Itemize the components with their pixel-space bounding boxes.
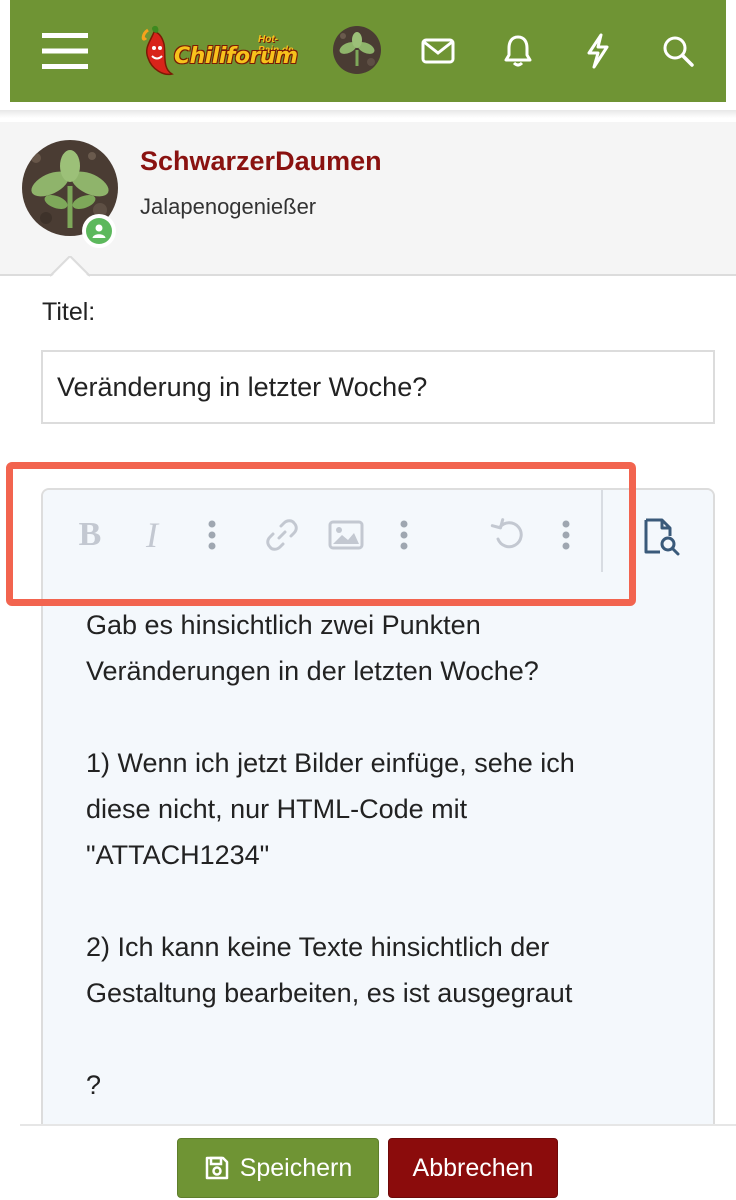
nav-avatar[interactable] bbox=[333, 26, 381, 74]
speech-pointer bbox=[50, 256, 90, 278]
page: Hot-Pain.de Chiliforum SchwarzerDaumen J… bbox=[0, 0, 736, 1200]
toolbar-highlight-box bbox=[6, 462, 636, 606]
bell-icon bbox=[504, 35, 532, 67]
top-navigation: Hot-Pain.de Chiliforum bbox=[0, 0, 736, 120]
document-search-icon bbox=[644, 518, 680, 556]
save-disk-icon bbox=[205, 1156, 228, 1180]
site-logo[interactable]: Hot-Pain.de Chiliforum bbox=[138, 22, 310, 80]
save-button-label: Speichern bbox=[239, 1153, 353, 1182]
editor-text-area[interactable]: Gab es hinsichtlich zwei Punkten Verände… bbox=[86, 602, 686, 1108]
online-status-badge bbox=[82, 214, 116, 248]
user-online-icon bbox=[92, 224, 106, 238]
whats-new-button[interactable] bbox=[574, 28, 622, 74]
search-icon bbox=[663, 36, 694, 67]
user-header: SchwarzerDaumen Jalapenogenießer bbox=[0, 122, 736, 276]
messages-button[interactable] bbox=[414, 28, 462, 74]
username-link[interactable]: SchwarzerDaumen bbox=[140, 146, 382, 177]
logo-text: Chiliforum bbox=[174, 44, 298, 69]
plant-avatar-image bbox=[333, 26, 381, 74]
save-button[interactable]: Speichern bbox=[177, 1138, 379, 1198]
user-title: Jalapenogenießer bbox=[140, 194, 317, 219]
search-button[interactable] bbox=[654, 28, 702, 74]
cancel-button[interactable]: Abbrechen bbox=[388, 1138, 558, 1198]
title-label: Titel: bbox=[42, 298, 96, 326]
form-actions-bar: Speichern Abbrechen bbox=[20, 1124, 736, 1200]
lightning-bolt-icon bbox=[587, 33, 609, 69]
cancel-button-label: Abbrechen bbox=[412, 1153, 534, 1182]
envelope-icon bbox=[421, 38, 455, 64]
preview-button[interactable] bbox=[637, 512, 687, 562]
hamburger-icon bbox=[42, 33, 88, 69]
alerts-button[interactable] bbox=[494, 28, 542, 74]
title-input[interactable]: Veränderung in letzter Woche? bbox=[41, 350, 715, 424]
nav-shadow bbox=[0, 110, 736, 118]
menu-button[interactable] bbox=[32, 22, 98, 80]
